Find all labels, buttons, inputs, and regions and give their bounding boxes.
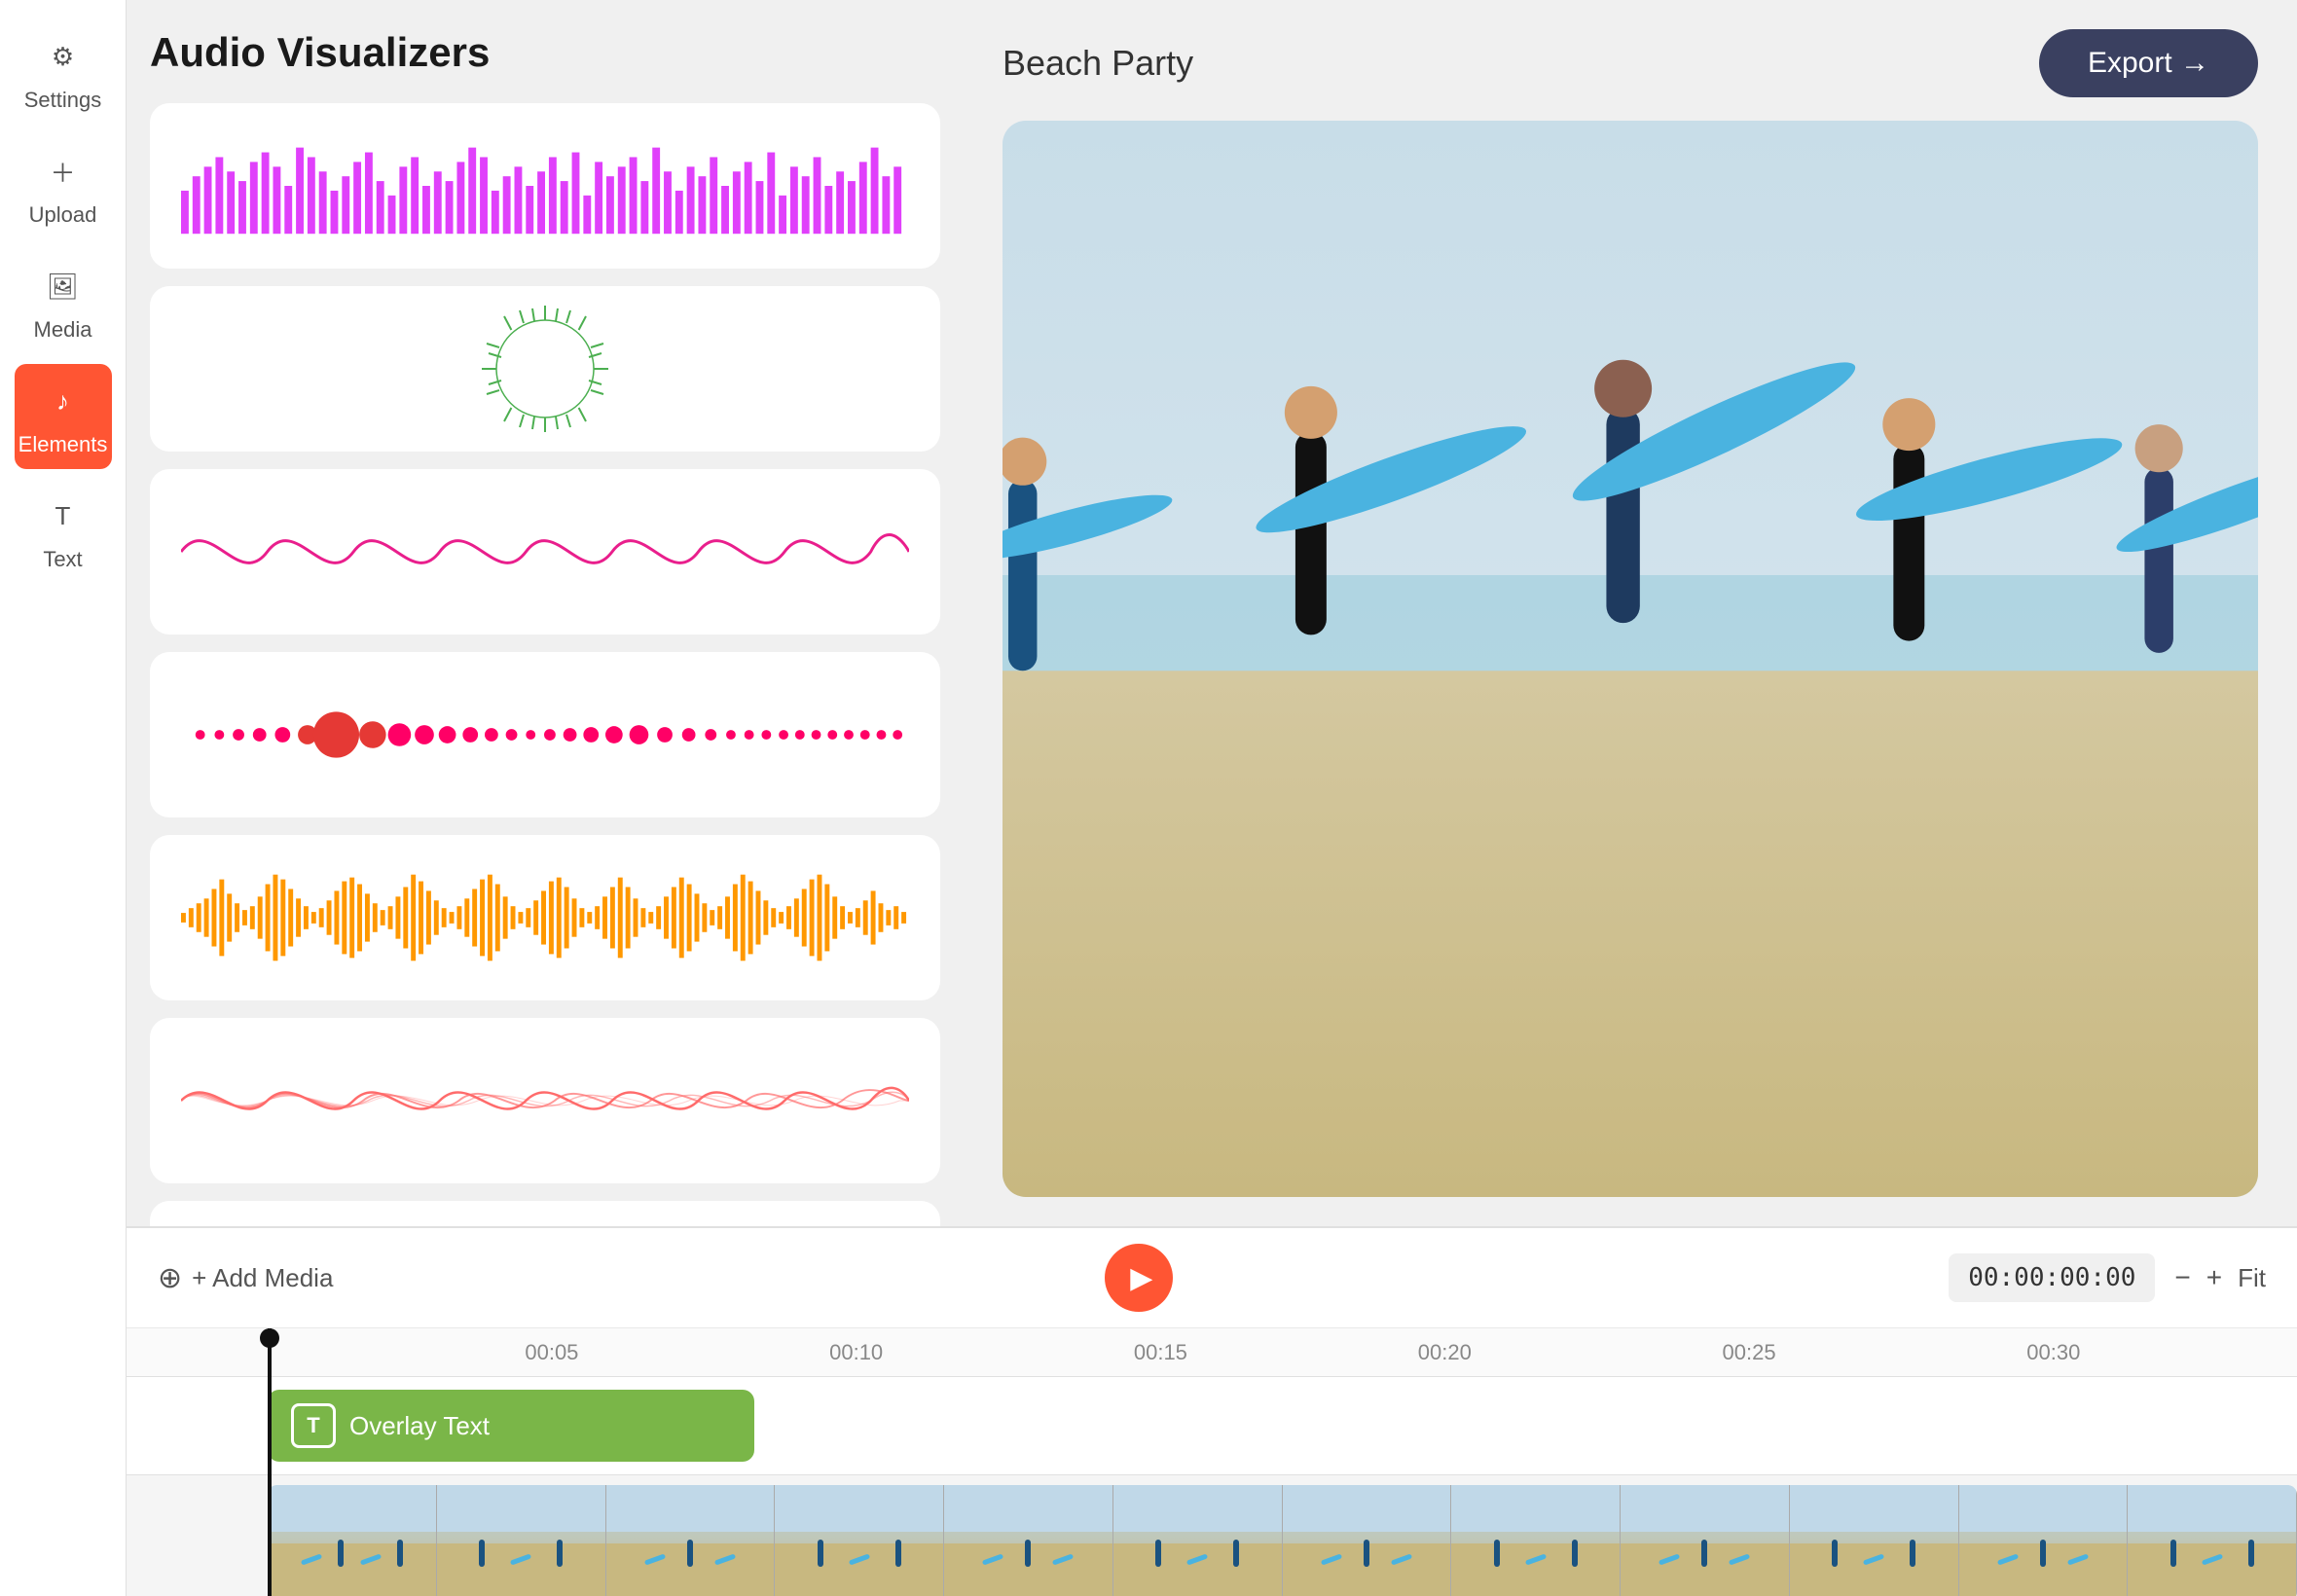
video-thumb-10	[1790, 1485, 1959, 1596]
video-thumb-11	[1959, 1485, 2129, 1596]
ruler-mark-25s: 00:25	[1723, 1340, 1776, 1365]
multiwave-visualizer	[181, 1057, 909, 1144]
visualizer-card-bars[interactable]	[150, 103, 940, 269]
zoom-controls: − + Fit	[2174, 1262, 2266, 1293]
visualizer-card-circle[interactable]	[150, 286, 940, 452]
video-thumb-6	[1113, 1485, 1283, 1596]
timecode-display: 00:00:00:00	[1949, 1253, 2155, 1302]
ruler-mark-10s: 00:10	[829, 1340, 883, 1365]
preview-canvas	[1003, 121, 2258, 1197]
gear-icon: ⚙	[38, 31, 89, 82]
add-icon: ⊕	[158, 1261, 182, 1295]
video-thumb-1	[268, 1485, 437, 1596]
video-track-row	[127, 1474, 2297, 1596]
visualizer-card-wave[interactable]	[150, 469, 940, 635]
beach-scene	[1003, 121, 2258, 1197]
play-icon: ▶	[1130, 1261, 1152, 1295]
text-track-label: Overlay Text	[349, 1411, 490, 1441]
wave-visualizer	[181, 508, 909, 596]
circle-visualizer	[448, 301, 642, 437]
ruler-mark-15s: 00:15	[1134, 1340, 1187, 1365]
sidebar-label-upload: Upload	[29, 202, 97, 228]
timeline-body: 00:05 00:10 00:15 00:20 00:25 00:30 T	[127, 1328, 2297, 1596]
text-track-row: T Overlay Text	[127, 1377, 2297, 1474]
sidebar-label-media: Media	[34, 317, 92, 343]
dots-visualizer	[181, 706, 909, 764]
sidebar: ⚙ Settings ＋ Upload 🖼 Media ♪ Elements T…	[0, 0, 127, 1596]
timeline-controls: ⊕ + Add Media ▶ 00:00:00:00 − + Fit	[127, 1228, 2297, 1328]
fit-button[interactable]: Fit	[2238, 1263, 2266, 1293]
zoom-in-button[interactable]: +	[2206, 1262, 2222, 1293]
zoom-out-button[interactable]: −	[2174, 1262, 2190, 1293]
ruler-mark-30s: 00:30	[2026, 1340, 2080, 1365]
preview-header: Beach Party Export →	[1003, 29, 2258, 97]
ruler-marks-area: 00:05 00:10 00:15 00:20 00:25 00:30	[268, 1328, 2297, 1376]
video-thumb-12	[2128, 1485, 2297, 1596]
sidebar-item-elements[interactable]: ♪ Elements	[15, 364, 112, 469]
video-thumb-7	[1283, 1485, 1452, 1596]
top-row: Audio Visualizers	[127, 0, 2297, 1226]
preview-area: Beach Party Export →	[964, 0, 2297, 1226]
visualizer-card-humps[interactable]	[150, 1201, 940, 1226]
visualizer-card-dots[interactable]	[150, 652, 940, 817]
waveform-visualizer	[181, 869, 909, 966]
play-button[interactable]: ▶	[1105, 1244, 1173, 1312]
video-track-strip[interactable]	[268, 1485, 2297, 1596]
video-thumb-4	[775, 1485, 944, 1596]
sidebar-item-media[interactable]: 🖼 Media	[15, 249, 112, 354]
panel: Audio Visualizers	[127, 0, 964, 1226]
media-icon: 🖼	[38, 261, 89, 311]
video-thumb-2	[437, 1485, 606, 1596]
bars-visualizer	[181, 137, 909, 235]
visualizer-card-multiwave[interactable]	[150, 1018, 940, 1183]
ruler-mark-5s: 00:05	[525, 1340, 578, 1365]
export-button[interactable]: Export →	[2039, 29, 2258, 97]
video-thumb-5	[944, 1485, 1113, 1596]
upload-icon: ＋	[38, 146, 89, 197]
ruler-mark-20s: 00:20	[1418, 1340, 1472, 1365]
timeline: ⊕ + Add Media ▶ 00:00:00:00 − + Fit 00:	[127, 1226, 2297, 1596]
sidebar-label-text: Text	[43, 547, 82, 572]
sidebar-item-settings[interactable]: ⚙ Settings	[15, 19, 112, 125]
visualizer-card-waveform[interactable]	[150, 835, 940, 1000]
playhead[interactable]	[268, 1328, 272, 1596]
playhead-handle	[260, 1328, 279, 1348]
preview-title: Beach Party	[1003, 43, 1193, 84]
elements-icon: ♪	[38, 376, 89, 426]
sidebar-label-elements: Elements	[18, 432, 108, 457]
tracks-container: T Overlay Text	[127, 1377, 2297, 1596]
text-track-item[interactable]: T Overlay Text	[268, 1390, 754, 1462]
video-thumb-9	[1621, 1485, 1790, 1596]
add-media-label: + Add Media	[192, 1263, 333, 1293]
panel-title: Audio Visualizers	[150, 29, 940, 76]
text-track-icon: T	[291, 1403, 336, 1448]
text-icon: T	[38, 490, 89, 541]
add-media-button[interactable]: ⊕ + Add Media	[158, 1261, 333, 1295]
sidebar-item-upload[interactable]: ＋ Upload	[15, 134, 112, 239]
video-thumb-8	[1451, 1485, 1621, 1596]
main-area: Audio Visualizers	[127, 0, 2297, 1596]
timeline-ruler: 00:05 00:10 00:15 00:20 00:25 00:30	[127, 1328, 2297, 1377]
sidebar-label-settings: Settings	[24, 88, 102, 113]
sidebar-item-text[interactable]: T Text	[15, 479, 112, 584]
video-thumb-3	[606, 1485, 776, 1596]
